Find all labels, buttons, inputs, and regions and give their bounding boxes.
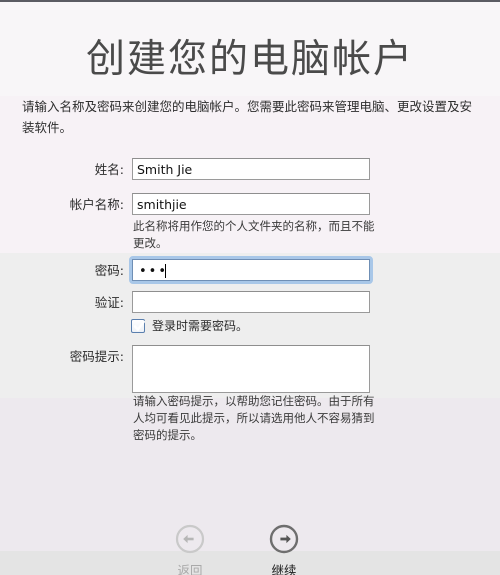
verify-label: 验证: xyxy=(94,295,124,310)
row-full-name: 姓名: xyxy=(0,158,500,182)
full-name-input[interactable] xyxy=(132,158,370,180)
back-button[interactable]: 返回 xyxy=(155,524,225,575)
password-hint-label: 密码提示: xyxy=(69,349,124,364)
arrow-right-circle-icon xyxy=(269,524,299,554)
password-label: 密码: xyxy=(94,263,124,278)
password-hint-input[interactable] xyxy=(132,345,370,393)
account-name-helper: 此名称将用作您的个人文件夹的名称，而且不能更改。 xyxy=(133,219,375,250)
full-name-label: 姓名: xyxy=(94,162,124,177)
password-input-inner: ••• xyxy=(132,259,370,281)
password-input[interactable]: ••• xyxy=(129,256,373,284)
intro-text: 请输入名称及密码来创建您的电脑帐户。您需要此密码来管理电脑、更改设置及安装软件。 xyxy=(22,99,473,135)
password-hint-helper: 请输入密码提示，以帮助您记住密码。由于所有人均可看见此提示，所以请选用他人不容易… xyxy=(133,394,375,442)
setup-assistant-screen: 创建您的电脑帐户 请输入名称及密码来创建您的电脑帐户。您需要此密码来管理电脑、更… xyxy=(0,0,500,575)
row-password-hint: 密码提示: xyxy=(0,345,500,393)
require-password-checkbox[interactable] xyxy=(131,318,145,333)
text-caret xyxy=(165,264,166,278)
password-masked-value: ••• xyxy=(139,264,169,279)
row-password: 密码: ••• xyxy=(0,256,500,284)
checkmark-icon xyxy=(133,320,145,331)
account-name-label: 帐户名称: xyxy=(69,197,124,212)
row-verify: 验证: xyxy=(0,291,500,315)
continue-button[interactable]: 继续 xyxy=(249,524,319,575)
require-password-checkbox-row[interactable]: 登录时需要密码。 xyxy=(131,317,248,334)
verify-input[interactable] xyxy=(132,291,370,313)
arrow-left-circle-icon xyxy=(175,524,205,554)
back-button-label: 返回 xyxy=(177,563,203,575)
page-title: 创建您的电脑帐户 xyxy=(85,37,414,82)
require-password-label: 登录时需要密码。 xyxy=(152,319,249,333)
account-name-input[interactable] xyxy=(132,193,370,215)
row-account-name: 帐户名称: xyxy=(0,193,500,217)
continue-button-label: 继续 xyxy=(271,563,297,575)
